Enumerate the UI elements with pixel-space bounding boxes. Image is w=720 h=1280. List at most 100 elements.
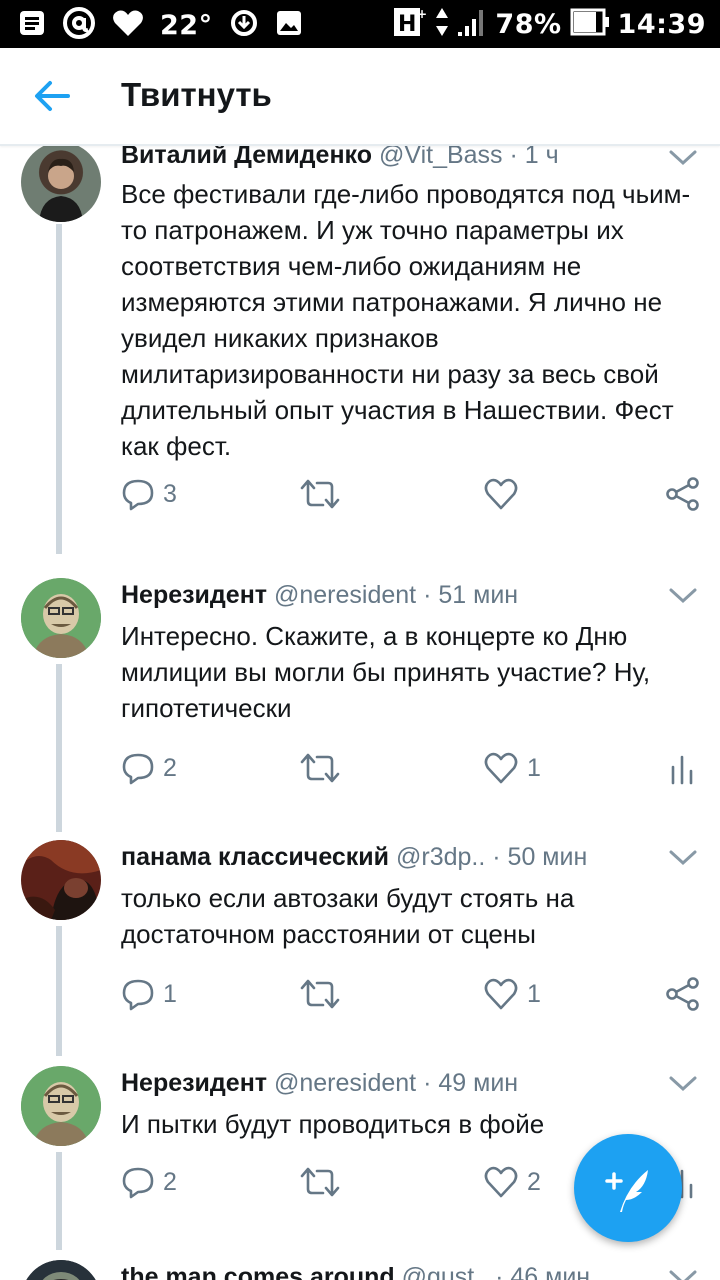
share-icon <box>666 477 699 511</box>
thread-line <box>56 1152 62 1250</box>
at-sign-icon <box>62 6 96 44</box>
like-count: 1 <box>527 753 541 782</box>
author-name[interactable]: панама классический <box>121 843 389 871</box>
tweet-header: the man comes around @gust.. · 46 мин <box>121 1262 590 1280</box>
page-title: Твитнуть <box>121 76 272 113</box>
like-button[interactable]: 1 <box>483 748 541 788</box>
reply-count: 2 <box>163 753 177 782</box>
avatar[interactable] <box>21 578 101 658</box>
reply-icon <box>122 479 154 511</box>
tweet[interactable]: the man comes around @gust.. · 46 мин <box>0 1258 720 1280</box>
thread-line <box>56 224 62 554</box>
reply-count: 1 <box>163 979 177 1008</box>
tweet-menu-button[interactable] <box>668 1268 698 1280</box>
reply-count: 3 <box>163 479 177 508</box>
tweet-text: Все фестивали где-либо проводятся под чь… <box>121 179 691 461</box>
like-count: 1 <box>527 979 541 1008</box>
reply-icon <box>122 979 154 1011</box>
back-arrow-icon <box>35 81 70 111</box>
reply-button[interactable]: 2 <box>121 1162 177 1202</box>
tweet-header: Нерезидент @neresident · 51 мин <box>121 581 519 609</box>
like-count: 2 <box>527 1167 541 1196</box>
like-button[interactable]: 2 <box>483 1162 541 1202</box>
app-header: Твитнуть <box>0 48 720 146</box>
tweet-actions: 2 1 <box>121 748 701 788</box>
tweet-time: 1 ч <box>524 144 559 169</box>
network-type-icon: H + <box>393 6 427 42</box>
chevron-down-icon <box>669 850 697 866</box>
retweet-button[interactable] <box>299 1162 341 1202</box>
clock: 14:39 <box>617 8 706 40</box>
battery-icon <box>570 6 610 42</box>
tweet-time: 51 мин <box>438 581 519 609</box>
avatar[interactable] <box>21 1260 101 1280</box>
like-button[interactable]: 1 <box>483 974 541 1014</box>
tweet-menu-button[interactable] <box>668 148 698 168</box>
tweet-header: панама классический @r3dp.. · 50 мин <box>121 843 588 871</box>
retweet-icon <box>300 753 340 783</box>
reply-button[interactable]: 1 <box>121 974 177 1014</box>
chevron-down-icon <box>669 150 697 166</box>
share-button[interactable] <box>665 974 701 1014</box>
signal-strength-icon <box>457 6 487 42</box>
author-handle[interactable]: @neresident <box>274 581 416 609</box>
tweet-time: 50 мин <box>507 843 588 871</box>
author-handle[interactable]: @r3dp.. <box>396 843 485 871</box>
heart-icon <box>112 9 144 41</box>
retweet-button[interactable] <box>299 748 341 788</box>
back-button[interactable] <box>28 72 76 120</box>
chevron-down-icon <box>669 1076 697 1092</box>
reply-icon <box>122 1167 154 1199</box>
like-button[interactable] <box>483 474 527 514</box>
thread-line <box>56 926 62 1056</box>
heart-outline-icon <box>484 478 518 510</box>
author-name[interactable]: Виталий Демиденко <box>121 144 372 169</box>
author-name[interactable]: the man comes around <box>121 1263 395 1280</box>
tweet-text: Интересно. Скажите, а в концерте ко Дню … <box>121 621 651 723</box>
temperature: 22° <box>160 9 213 41</box>
svg-text:H: H <box>398 12 416 37</box>
reply-icon <box>122 753 154 785</box>
analytics-button[interactable] <box>669 748 695 788</box>
reply-count: 2 <box>163 1167 177 1196</box>
heart-outline-icon <box>484 978 518 1010</box>
compose-tweet-button[interactable] <box>574 1134 682 1242</box>
avatar[interactable] <box>21 144 101 222</box>
tweet-header: Нерезидент @neresident · 49 мин <box>121 1069 519 1097</box>
tweet[interactable]: Нерезидент @neresident · 51 мин Интересн… <box>0 576 720 836</box>
heart-outline-icon <box>484 752 518 784</box>
author-name[interactable]: Нерезидент <box>121 1069 267 1097</box>
thread-line <box>56 664 62 832</box>
retweet-icon <box>300 479 340 509</box>
author-name[interactable]: Нерезидент <box>121 581 267 609</box>
status-bar: 22° H + 78% 14:39 <box>0 0 720 48</box>
battery-percent: 78% <box>495 8 562 40</box>
heart-outline-icon <box>484 1166 518 1198</box>
tweet-time: 46 мин <box>510 1263 591 1280</box>
retweet-button[interactable] <box>299 474 341 514</box>
tweet-menu-button[interactable] <box>668 586 698 606</box>
tweet[interactable]: Виталий Демиденко @Vit_Bass · 1 ч Все фе… <box>0 144 720 580</box>
share-button[interactable] <box>665 474 701 514</box>
compose-tweet-icon <box>605 1170 648 1212</box>
author-handle[interactable]: @Vit_Bass <box>379 144 503 169</box>
reply-button[interactable]: 2 <box>121 748 177 788</box>
avatar[interactable] <box>21 840 101 920</box>
notification-list-icon <box>18 9 46 41</box>
chevron-down-icon <box>669 1270 697 1280</box>
retweet-button[interactable] <box>299 974 341 1014</box>
tweet-menu-button[interactable] <box>668 848 698 868</box>
tweet-time: 49 мин <box>438 1069 519 1097</box>
sync-icon <box>229 8 259 42</box>
avatar[interactable] <box>21 1066 101 1146</box>
tweet-actions: 3 <box>121 474 701 514</box>
author-handle[interactable]: @neresident <box>274 1069 416 1097</box>
tweet-actions: 1 1 <box>121 974 701 1014</box>
reply-thread[interactable]: Виталий Демиденко @Vit_Bass · 1 ч Все фе… <box>0 144 720 1280</box>
retweet-icon <box>300 979 340 1009</box>
tweet[interactable]: панама классический @r3dp.. · 50 мин тол… <box>0 838 720 1064</box>
author-handle[interactable]: @gust.. <box>402 1263 489 1280</box>
tweet-text: только если автозаки будут стоять на дос… <box>121 883 575 949</box>
reply-button[interactable]: 3 <box>121 474 177 514</box>
tweet-menu-button[interactable] <box>668 1074 698 1094</box>
